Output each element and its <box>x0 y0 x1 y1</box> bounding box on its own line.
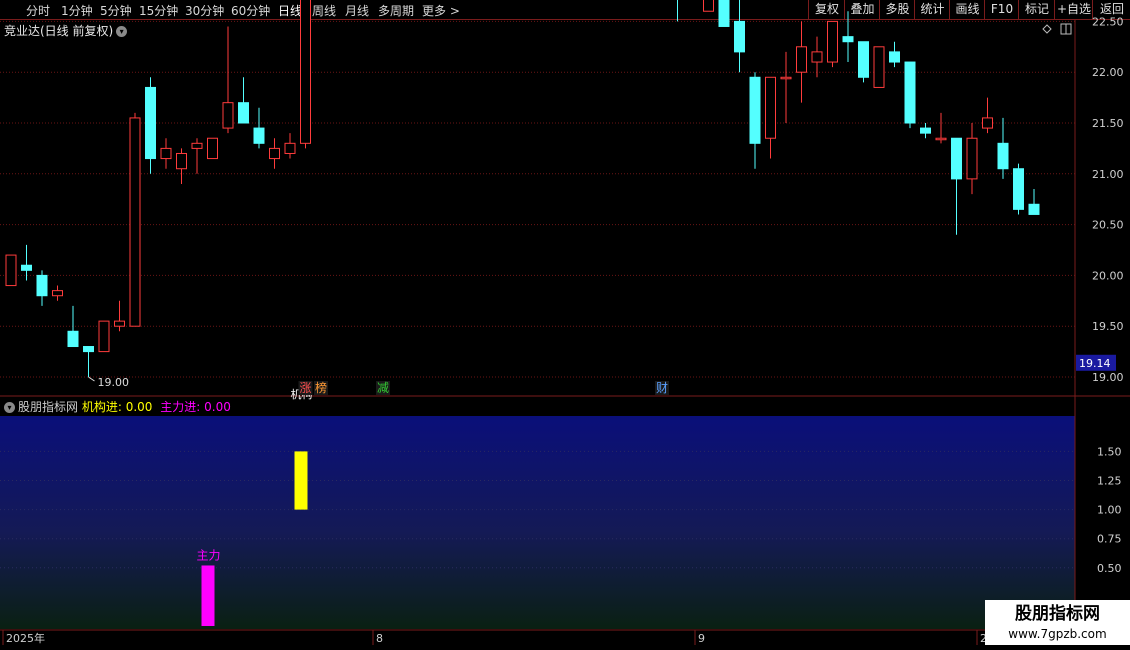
candle-body <box>207 137 218 160</box>
event-tag: 财 <box>656 381 668 395</box>
candle-body <box>858 41 869 78</box>
candle-body <box>951 137 962 180</box>
y-tick-label: 20.50 <box>1092 219 1124 232</box>
candle-body <box>935 137 947 141</box>
diamond-icon[interactable] <box>1042 24 1052 34</box>
candle-body <box>191 142 203 149</box>
watermark: 股朋指标网 www.7gpzb.com <box>985 600 1130 645</box>
indicator-y-tick-label: 1.00 <box>1097 504 1122 517</box>
dropdown-chevron-icon[interactable]: ▾ <box>4 402 15 413</box>
candle-body <box>796 46 807 73</box>
candle-body <box>920 127 931 134</box>
candle-body <box>811 51 823 63</box>
indicator-y-tick-label: 0.75 <box>1097 533 1122 546</box>
candle-body <box>904 61 916 124</box>
inst-value: 0.00 <box>125 400 153 414</box>
candle-body <box>284 142 296 154</box>
candle-body <box>67 330 79 348</box>
candle-body <box>238 102 249 124</box>
candle-body <box>21 264 32 271</box>
y-tick-label: 21.00 <box>1092 168 1124 181</box>
candle-body <box>780 76 792 80</box>
y-tick-label: 22.50 <box>1092 15 1124 28</box>
indicator-y-tick-label: 1.50 <box>1097 445 1122 458</box>
main-force-bar-label: 主力 <box>196 548 220 562</box>
y-tick-label: 21.50 <box>1092 117 1124 130</box>
indicator-y-tick-label: 1.25 <box>1097 475 1122 488</box>
main-force-bar <box>201 565 215 626</box>
indicator-panel-bg <box>0 416 1075 629</box>
institution-bar <box>294 451 308 510</box>
candle-body <box>83 346 94 353</box>
y-tick-label: 22.00 <box>1092 66 1124 79</box>
candle-body <box>827 20 838 63</box>
y-tick-label: 20.00 <box>1092 269 1124 282</box>
time-label: 2025年 <box>6 631 45 645</box>
candle-body <box>114 320 125 327</box>
watermark-title: 股朋指标网 <box>1015 604 1100 624</box>
candles <box>5 0 1040 377</box>
candle-body <box>889 51 900 63</box>
main-label: 主力进: <box>160 400 201 414</box>
event-tags: 涨榜 减 财 <box>298 380 669 395</box>
candle-body <box>734 20 745 53</box>
candle-body <box>749 76 761 144</box>
candle-body <box>966 137 978 180</box>
time-label: 9 <box>698 632 705 645</box>
low-marker-label: 19.00 <box>98 376 130 389</box>
indicator-name[interactable]: 股朋指标网 <box>18 400 78 414</box>
candle-body <box>997 142 1009 170</box>
indicator-y-tick-label: 0.50 <box>1097 562 1122 575</box>
candle-body <box>982 117 993 129</box>
inst-label: 机构进: <box>81 400 122 414</box>
candle-body <box>129 117 141 327</box>
event-tag: 涨 <box>299 380 311 395</box>
candle-body <box>300 0 311 144</box>
candle-body <box>36 274 48 297</box>
candle-body <box>98 320 110 353</box>
kline-chart-area[interactable]: 25.0024.5024.0023.5023.0022.5022.0021.50… <box>0 0 1130 650</box>
time-axis: 2025年 8 9 2 <box>2 630 987 645</box>
candle-body <box>718 0 730 27</box>
event-tag: 榜 <box>315 380 327 395</box>
candle-body <box>269 147 280 160</box>
candle-body <box>1028 203 1040 215</box>
last-price-label: 19.14 <box>1079 357 1111 370</box>
candle-body <box>5 254 17 287</box>
candle-body <box>145 86 156 160</box>
candle-body <box>160 147 172 160</box>
low-marker-arrow <box>88 376 95 382</box>
candle-body <box>176 152 187 170</box>
candle-body <box>703 0 714 12</box>
y-tick-label: 19.50 <box>1092 320 1124 333</box>
time-label: 8 <box>376 632 383 645</box>
candle-body <box>222 102 234 129</box>
main-value: 0.00 <box>204 400 231 414</box>
y-tick-label: 19.00 <box>1092 371 1124 384</box>
candle-body <box>765 76 776 139</box>
candle-body <box>842 36 854 43</box>
indicator-title: ▾ 股朋指标网 机构进: 0.00 主力进: 0.00 <box>4 398 231 415</box>
candle-body <box>52 290 63 297</box>
candle-body <box>253 127 265 144</box>
event-tag: 减 <box>377 381 389 395</box>
candle-body <box>873 46 885 88</box>
candle-body <box>1013 168 1024 210</box>
price-y-axis: 25.0024.5024.0023.5023.0022.5022.0021.50… <box>1076 15 1124 575</box>
panel-corner-icons <box>1042 23 1072 35</box>
watermark-url: www.7gpzb.com <box>1008 627 1107 641</box>
